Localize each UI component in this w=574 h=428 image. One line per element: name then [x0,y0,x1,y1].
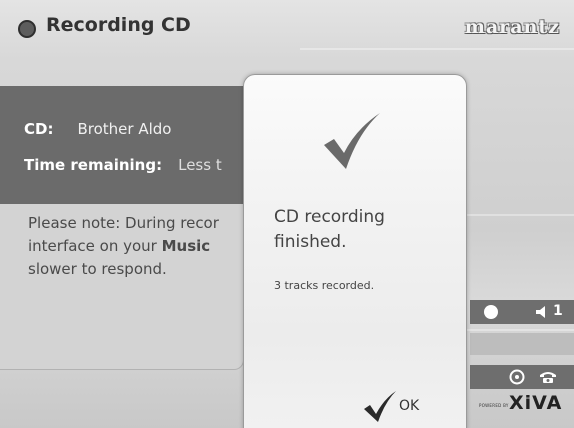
dialog-subtitle: 3 tracks recorded. [274,279,375,292]
note-music-label: Music [161,237,211,255]
cd-name: Brother Aldo [77,120,172,138]
ok-button-label: OK [399,398,420,414]
disc-icon[interactable] [509,369,525,385]
dialog-title: CD recording finished. [274,207,385,252]
marantz-logo: marantz [464,16,560,38]
note-panel: Please note: During recor interface on y… [0,204,244,370]
recording-indicator-icon [18,20,36,38]
check-icon [324,113,380,169]
ok-button[interactable]: OK [363,389,433,425]
time-remaining-value: Less t [178,156,222,174]
recording-finished-dialog: CD recording finished. 3 tracks recorded… [243,74,467,428]
header-bar: Recording CD marantz [0,0,574,52]
cd-label: CD: [24,120,54,138]
side-bar-blank [470,333,574,355]
volume-icon[interactable] [536,306,550,318]
powered-by-label: POWERED BY [479,403,509,408]
note-line-2-text: interface on your [28,237,162,255]
phone-icon[interactable] [539,370,557,384]
time-remaining-label: Time remaining: [24,156,163,174]
indicator-dot-icon [484,305,498,319]
page-title: Recording CD [46,14,191,36]
ok-check-icon [364,391,396,422]
screen: Recording CD marantz CD: Brother Aldo Tim… [0,0,574,428]
cd-info-line: CD: Brother Aldo [24,120,171,138]
cd-info-panel: CD: Brother Aldo Time remaining: Less t [0,86,255,204]
time-remaining-line: Time remaining: Less t [24,156,222,174]
volume-level: 1 [553,303,563,319]
xiva-logo: XiVA [509,392,563,414]
